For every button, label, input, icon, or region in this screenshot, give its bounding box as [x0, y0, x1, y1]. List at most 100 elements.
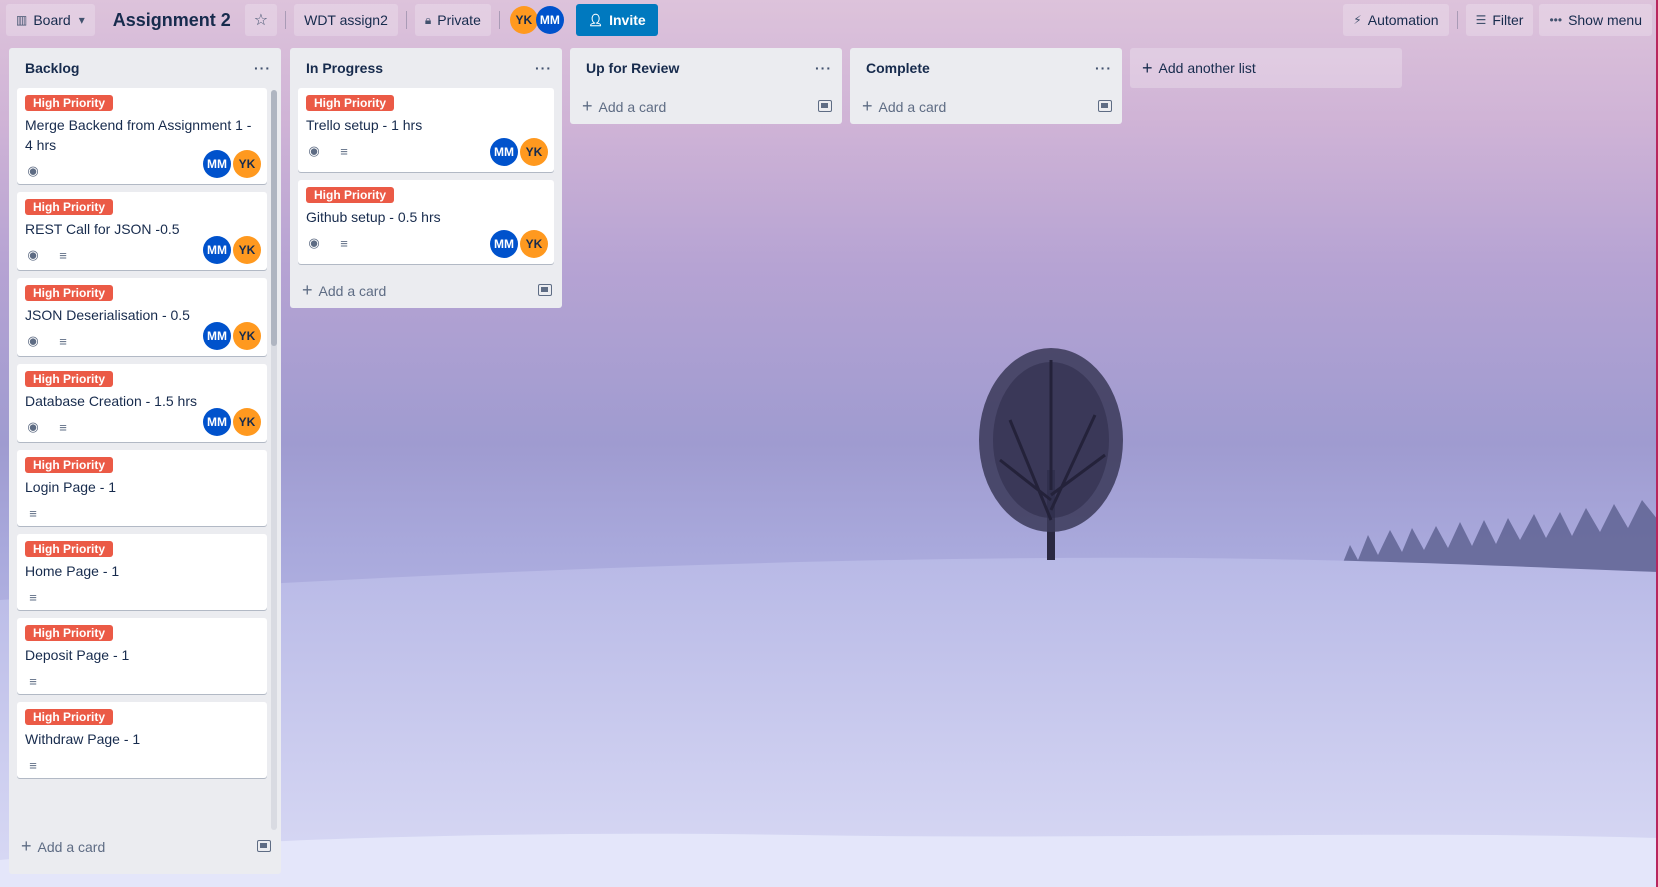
show-menu-button[interactable]: ••• Show menu [1539, 4, 1652, 36]
visibility-button[interactable]: 🔒︎ Private [414, 4, 491, 36]
invite-button[interactable]: 👤︎ Invite [575, 4, 658, 36]
card[interactable]: High Priority Database Creation - 1.5 hr… [17, 364, 267, 442]
more-icon[interactable]: ··· [1095, 60, 1112, 76]
board-icon: ▥ [16, 13, 28, 27]
scrollbar-thumb[interactable] [271, 90, 277, 346]
card[interactable]: High Priority Withdraw Page - 1 ≡ [17, 702, 267, 778]
avatar[interactable]: YK [233, 408, 261, 436]
tree-illustration [979, 348, 1123, 560]
avatar[interactable]: MM [203, 322, 231, 350]
card[interactable]: High Priority Github setup - 0.5 hrs ◉ ≡… [298, 180, 554, 264]
add-card-button[interactable]: + Add a card [850, 88, 1122, 124]
template-icon[interactable] [1098, 100, 1112, 112]
add-user-icon: 👤︎ [587, 13, 604, 27]
avatar[interactable]: MM [203, 408, 231, 436]
more-icon[interactable]: ··· [535, 60, 552, 76]
card-label: High Priority [306, 187, 395, 203]
description-icon: ≡ [59, 419, 67, 435]
view-switcher-button[interactable]: ▥ Board ▾ [6, 4, 95, 36]
card-label: High Priority [25, 541, 114, 557]
workspace-button[interactable]: WDT assign2 [294, 4, 398, 36]
list-complete: Complete ··· + Add a card [850, 48, 1122, 124]
description-icon: ≡ [29, 505, 37, 521]
template-icon[interactable] [538, 284, 552, 296]
list-up-for-review: Up for Review ··· + Add a card [570, 48, 842, 124]
eye-icon: ◉ [27, 333, 39, 348]
list-header: Complete ··· [850, 48, 1122, 88]
template-icon[interactable] [818, 100, 832, 112]
list-header: Up for Review ··· [570, 48, 842, 88]
add-card-button[interactable]: + Add a card [290, 272, 562, 308]
automation-label: Automation [1367, 12, 1439, 28]
description-icon: ≡ [59, 333, 67, 349]
description-icon: ≡ [29, 757, 37, 773]
card-list: High Priority Merge Backend from Assignm… [9, 88, 281, 828]
avatar[interactable]: MM [535, 6, 564, 34]
card-title: Merge Backend from Assignment 1 - 4 hrs [25, 117, 252, 153]
board-members: YK MM [509, 6, 564, 34]
plus-icon: + [302, 279, 313, 300]
avatar[interactable]: YK [233, 150, 261, 178]
show-menu-label: Show menu [1568, 12, 1642, 28]
add-list-button[interactable]: + Add another list [1130, 48, 1402, 88]
avatar[interactable]: YK [233, 236, 261, 264]
card-label: High Priority [25, 457, 114, 473]
automation-button[interactable]: ⚡︎ Automation [1343, 4, 1449, 36]
avatar[interactable]: MM [203, 150, 231, 178]
list-header: In Progress ··· [290, 48, 562, 88]
add-card-button[interactable]: + Add a card [570, 88, 842, 124]
card-badges: ≡ [25, 667, 259, 695]
board-header: ▥ Board ▾ Assignment 2 ☆ WDT assign2 🔒︎ … [0, 0, 1658, 40]
card[interactable]: High Priority Login Page - 1 ≡ [17, 450, 267, 526]
list-title[interactable]: In Progress [306, 60, 383, 76]
avatar[interactable]: MM [490, 138, 518, 166]
avatar[interactable]: MM [490, 230, 518, 258]
chevron-down-icon: ▾ [78, 13, 85, 27]
card-title: Trello setup - 1 hrs [306, 117, 423, 133]
invite-label: Invite [609, 12, 646, 28]
card-members: MM YK [488, 138, 548, 166]
card[interactable]: High Priority JSON Deserialisation - 0.5… [17, 278, 267, 356]
card-badges: ≡ [25, 499, 259, 527]
card-members: MM YK [488, 230, 548, 258]
add-card-button[interactable]: + Add a card [9, 828, 281, 864]
header-divider [405, 11, 407, 29]
avatar[interactable]: MM [203, 236, 231, 264]
list-title[interactable]: Up for Review [586, 60, 679, 76]
add-card-label: Add a card [37, 838, 106, 855]
card-members: MM YK [201, 322, 261, 350]
card-list: High Priority Trello setup - 1 hrs ◉ ≡ M… [290, 88, 562, 264]
lock-icon: 🔒︎ [424, 12, 432, 27]
avatar[interactable]: YK [233, 322, 261, 350]
avatar[interactable]: YK [509, 6, 538, 34]
card-members: MM YK [201, 150, 261, 178]
list-title[interactable]: Complete [866, 60, 930, 76]
description-icon: ≡ [340, 235, 348, 251]
card-label: High Priority [306, 95, 395, 111]
card[interactable]: High Priority Trello setup - 1 hrs ◉ ≡ M… [298, 88, 554, 172]
template-icon[interactable] [257, 840, 271, 852]
more-icon[interactable]: ··· [815, 60, 832, 76]
card[interactable]: High Priority REST Call for JSON -0.5 ◉ … [17, 192, 267, 270]
card[interactable]: High Priority Deposit Page - 1 ≡ [17, 618, 267, 694]
plus-icon: + [582, 95, 593, 116]
list-backlog: Backlog ··· High Priority Merge Backend … [9, 48, 281, 874]
list-scrollbar[interactable] [271, 90, 277, 830]
avatar[interactable]: YK [520, 230, 548, 258]
list-title[interactable]: Backlog [25, 60, 79, 76]
card[interactable]: High Priority Home Page - 1 ≡ [17, 534, 267, 610]
list-in-progress: In Progress ··· High Priority Trello set… [290, 48, 562, 308]
filter-button[interactable]: ☰ Filter [1465, 4, 1534, 36]
card[interactable]: High Priority Merge Backend from Assignm… [17, 88, 267, 184]
description-icon: ≡ [59, 247, 67, 263]
header-divider [285, 11, 287, 29]
description-icon: ≡ [340, 143, 348, 159]
card-members: MM YK [201, 236, 261, 264]
eye-icon: ◉ [27, 247, 39, 262]
description-icon: ≡ [29, 589, 37, 605]
card-label: High Priority [25, 285, 114, 301]
avatar[interactable]: YK [520, 138, 548, 166]
more-icon[interactable]: ··· [254, 60, 271, 76]
board-title[interactable]: Assignment 2 [113, 10, 231, 31]
star-button[interactable]: ☆ [244, 4, 278, 36]
